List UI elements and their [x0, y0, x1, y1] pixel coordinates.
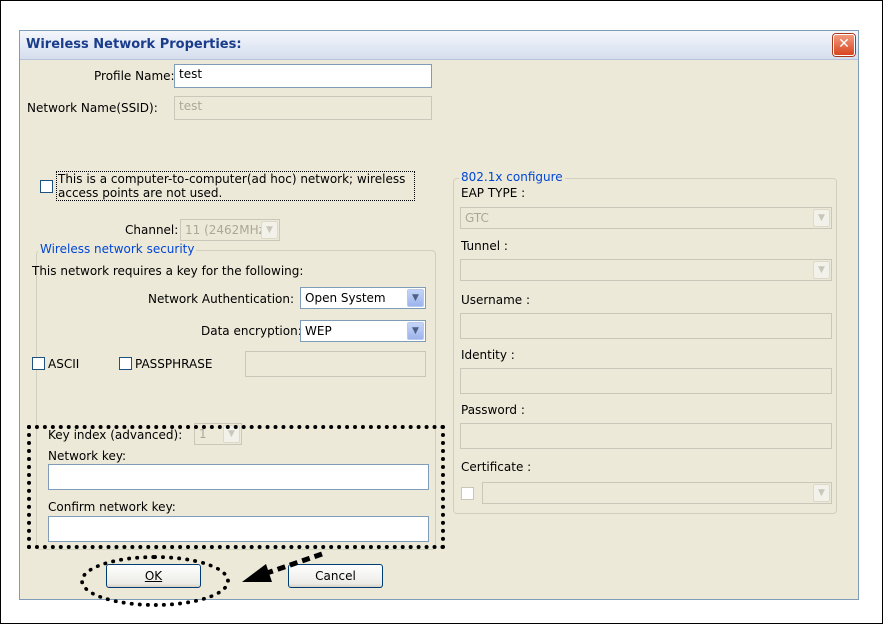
- ssid-label: Network Name(SSID):: [27, 101, 158, 115]
- channel-value: 11 (2462MHz): [185, 223, 270, 237]
- channel-label: Channel:: [125, 223, 179, 237]
- passphrase-label: PASSPHRASE: [135, 357, 213, 371]
- adhoc-label-line2: access points are not used.: [58, 186, 223, 200]
- annotation-highlight-box: [27, 425, 445, 549]
- tunnel-select: ▼: [460, 259, 832, 281]
- profile-name-value: test: [179, 67, 203, 81]
- close-icon: ✕: [838, 36, 850, 52]
- profile-name-input[interactable]: test: [174, 64, 432, 88]
- identity-input: [460, 368, 832, 394]
- chevron-down-icon: ▼: [813, 261, 830, 279]
- adhoc-checkbox[interactable]: [40, 180, 53, 193]
- chevron-down-icon: ▼: [407, 289, 424, 307]
- password-label: Password :: [461, 403, 525, 417]
- profile-name-label: Profile Name:: [94, 69, 175, 83]
- dialog-title: Wireless Network Properties:: [26, 37, 242, 52]
- chevron-down-icon: ▼: [813, 484, 830, 502]
- chevron-down-icon: ▼: [407, 322, 424, 340]
- ssid-value: test: [179, 99, 203, 113]
- eap-type-label: EAP TYPE :: [461, 186, 526, 200]
- adhoc-label[interactable]: This is a computer-to-computer(ad hoc) n…: [56, 171, 415, 201]
- security-group-title: Wireless network security: [38, 242, 197, 256]
- chevron-down-icon: ▼: [261, 221, 278, 239]
- password-input: [460, 423, 832, 449]
- encryption-select[interactable]: WEP ▼: [300, 320, 426, 342]
- eap-type-select: GTC ▼: [460, 207, 832, 229]
- title-bar[interactable]: Wireless Network Properties: ✕: [20, 31, 858, 60]
- dashed-arrow-left-icon: [242, 551, 323, 582]
- encryption-value: WEP: [305, 324, 332, 338]
- eap-group-title: 802.1x configure: [459, 170, 565, 184]
- ssid-input: test: [174, 96, 432, 120]
- passphrase-checkbox[interactable]: [119, 357, 132, 370]
- close-button[interactable]: ✕: [833, 34, 855, 56]
- certificate-checkbox: [461, 487, 474, 500]
- chevron-down-icon: ▼: [813, 209, 830, 227]
- encryption-label: Data encryption:: [201, 324, 302, 338]
- channel-select: 11 (2462MHz) ▼: [180, 219, 280, 241]
- ascii-checkbox[interactable]: [32, 357, 45, 370]
- requires-key-text: This network requires a key for the foll…: [32, 264, 304, 278]
- eap-type-value: GTC: [465, 211, 489, 225]
- arrow-shaft: [263, 551, 323, 577]
- auth-select[interactable]: Open System ▼: [300, 287, 426, 309]
- certificate-label: Certificate :: [461, 460, 532, 474]
- auth-label: Network Authentication:: [148, 292, 295, 306]
- adhoc-label-line1: This is a computer-to-computer(ad hoc) n…: [58, 172, 406, 186]
- username-label: Username :: [461, 293, 531, 307]
- ascii-label: ASCII: [48, 357, 80, 371]
- tunnel-label: Tunnel :: [461, 239, 508, 253]
- identity-label: Identity :: [461, 348, 515, 362]
- arrow-head: [242, 564, 272, 582]
- passphrase-input: [245, 351, 426, 377]
- annotation-highlight-ellipse: [80, 555, 230, 607]
- username-input: [460, 313, 832, 339]
- auth-value: Open System: [305, 291, 386, 305]
- certificate-select: ▼: [482, 482, 832, 504]
